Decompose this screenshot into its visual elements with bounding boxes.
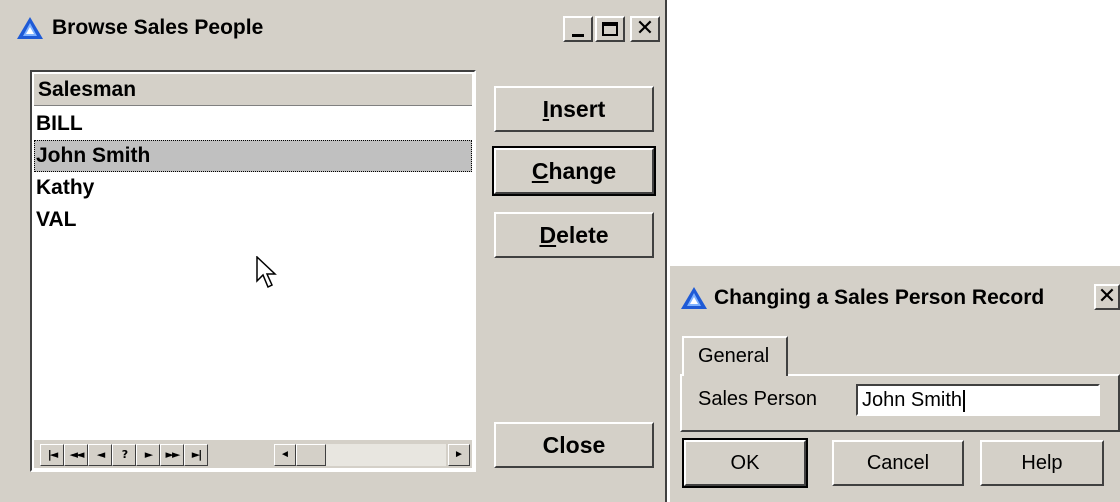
close-button-label: Close [542,431,606,458]
maximize-icon [602,22,618,36]
horizontal-scroll-track[interactable] [326,444,446,466]
browse-title-bar[interactable]: Browse Sales People ✕ [0,0,665,50]
first-record-button[interactable]: |◄ [40,444,64,466]
cancel-button[interactable]: Cancel [832,440,964,486]
page-forward-button[interactable]: ►► [160,444,184,466]
list-item[interactable]: VAL [34,204,472,236]
next-record-button[interactable]: ► [136,444,160,466]
delete-button-label: Delete [539,221,609,248]
list-item-selected[interactable]: John Smith [34,140,472,172]
mouse-pointer-icon [256,256,277,289]
locate-button[interactable]: ? [112,444,136,466]
change-sales-person-dialog: Changing a Sales Person Record ✕ General… [670,266,1120,502]
ok-button-label: OK [730,451,760,474]
delete-button[interactable]: Delete [494,212,654,258]
change-button[interactable]: Change [492,146,656,196]
close-icon: ✕ [635,16,655,41]
close-button[interactable]: Close [494,422,654,468]
maximize-button[interactable] [595,16,625,42]
insert-button-label: Insert [542,95,606,122]
sales-person-value: John Smith [862,389,963,411]
minimize-icon [572,33,584,37]
scroll-right-button[interactable]: ► [448,444,470,466]
ok-button[interactable]: OK [682,438,808,488]
dialog-close-button[interactable]: ✕ [1094,284,1120,310]
close-icon: ✕ [1097,284,1117,309]
minimize-button[interactable] [563,16,593,42]
dialog-title: Changing a Sales Person Record [714,286,1045,309]
column-header-salesman[interactable]: Salesman [34,74,472,106]
help-button[interactable]: Help [980,440,1104,486]
change-button-label: Change [531,157,617,184]
previous-record-button[interactable]: ◄ [88,444,112,466]
list-item[interactable]: BILL [34,108,472,140]
record-navigation: |◄ ◄◄ ◄ ? ► ►► ►| [40,444,208,466]
page-back-button[interactable]: ◄◄ [64,444,88,466]
close-window-button[interactable]: ✕ [630,16,660,42]
horizontal-scroll-thumb[interactable] [296,444,326,466]
cancel-button-label: Cancel [866,451,930,474]
insert-button[interactable]: Insert [494,86,654,132]
last-record-button[interactable]: ►| [184,444,208,466]
scroll-left-button[interactable]: ◄ [274,444,296,466]
salesman-list[interactable]: Salesman BILL John Smith Kathy VAL |◄ ◄◄… [30,70,476,472]
app-triangle-icon [681,287,707,309]
sales-person-field[interactable]: John Smith [856,384,1100,416]
tab-general[interactable]: General [682,336,788,376]
text-caret [963,389,966,412]
browse-window-title: Browse Sales People [52,16,264,39]
browse-sales-people-window: Browse Sales People ✕ Salesman BILL John… [0,0,667,502]
sales-person-label: Sales Person [698,388,817,410]
app-triangle-icon [17,17,43,39]
help-button-label: Help [1021,451,1063,474]
list-item[interactable]: Kathy [34,172,472,204]
salesman-rows: BILL John Smith Kathy VAL [34,108,472,236]
navigation-bar: |◄ ◄◄ ◄ ? ► ►► ►| ◄ ► [34,440,472,468]
